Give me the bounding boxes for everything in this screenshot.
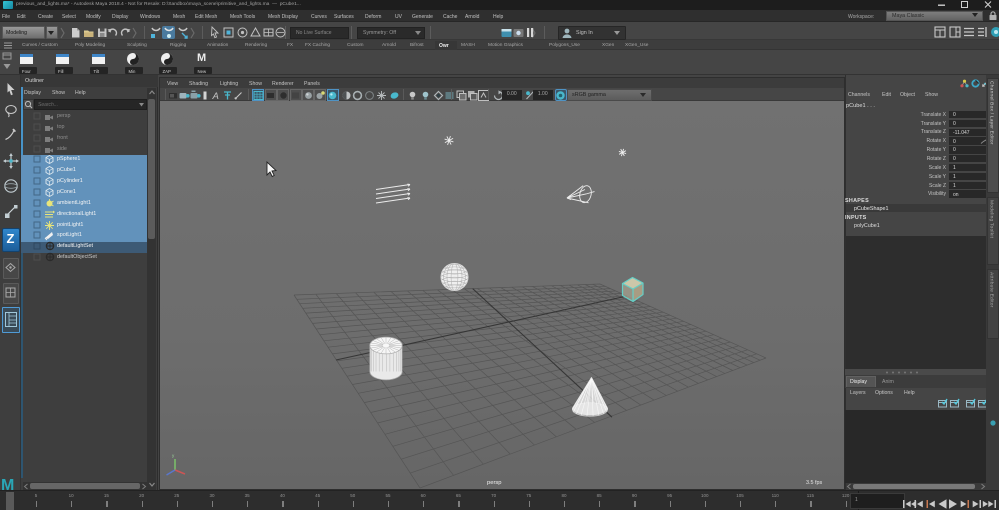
svg-text:y: y bbox=[172, 453, 175, 458]
svg-text:A: A bbox=[211, 91, 218, 101]
